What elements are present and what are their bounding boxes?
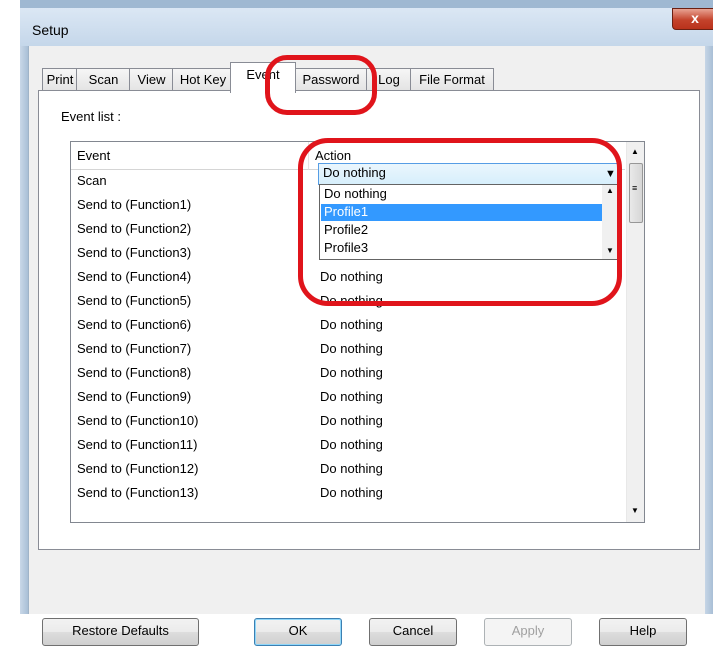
list-item[interactable]: Send to (Function12) Do nothing xyxy=(71,459,626,483)
list-item[interactable]: Send to (Function10) Do nothing xyxy=(71,411,626,435)
event-action: Do nothing xyxy=(320,341,383,356)
event-name: Send to (Function3) xyxy=(77,245,192,260)
cancel-button[interactable]: Cancel xyxy=(369,618,457,646)
event-list-label: Event list : xyxy=(61,109,121,124)
event-action: Do nothing xyxy=(320,389,383,404)
event-name: Send to (Function4) xyxy=(77,269,192,284)
tab-file-format[interactable]: File Format xyxy=(410,68,494,91)
grip-icon: ≡ xyxy=(632,183,638,193)
tab-scan[interactable]: Scan xyxy=(76,68,131,91)
event-name: Send to (Function13) xyxy=(77,485,199,500)
list-item[interactable]: Send to (Function7) Do nothing xyxy=(71,339,626,363)
list-item[interactable]: Send to (Function11) Do nothing xyxy=(71,435,626,459)
scrollbar-thumb[interactable]: ≡ xyxy=(629,163,643,223)
event-name: Send to (Function9) xyxy=(77,389,192,404)
event-name: Send to (Function12) xyxy=(77,461,199,476)
event-name: Send to (Function6) xyxy=(77,317,192,332)
event-name: Send to (Function8) xyxy=(77,365,192,380)
event-name: Send to (Function10) xyxy=(77,413,199,428)
list-item[interactable]: Send to (Function9) Do nothing xyxy=(71,387,626,411)
list-item[interactable]: Send to (Function8) Do nothing xyxy=(71,363,626,387)
dialog-client: Print Scan View Hot Key Event Password Log File… xyxy=(28,46,705,646)
title-bar[interactable]: Setup x xyxy=(20,8,713,46)
red-highlight-action-dropdown xyxy=(298,138,622,306)
tab-view[interactable]: View xyxy=(129,68,174,91)
apply-button[interactable]: Apply xyxy=(484,618,572,646)
list-item[interactable]: Send to (Function6) Do nothing xyxy=(71,315,626,339)
window-frame-top xyxy=(20,0,713,8)
event-name: Send to (Function1) xyxy=(77,197,192,212)
event-action: Do nothing xyxy=(320,461,383,476)
window-title: Setup xyxy=(32,22,69,38)
event-action: Do nothing xyxy=(320,365,383,380)
ok-button[interactable]: OK xyxy=(254,618,342,646)
restore-defaults-button[interactable]: Restore Defaults xyxy=(42,618,199,646)
list-item[interactable]: Send to (Function13) Do nothing xyxy=(71,483,626,507)
setup-window: Setup x Print Scan View Hot Key Event Passwor… xyxy=(0,0,713,646)
window-frame-right xyxy=(704,46,713,614)
close-icon: x xyxy=(691,10,699,26)
close-button[interactable]: x xyxy=(672,8,713,30)
scroll-down-icon[interactable]: ▼ xyxy=(631,506,639,515)
window-frame-left xyxy=(0,0,28,614)
event-action: Do nothing xyxy=(320,485,383,500)
tab-print[interactable]: Print xyxy=(42,68,78,91)
red-highlight-event-tab xyxy=(265,55,377,115)
event-action: Do nothing xyxy=(320,413,383,428)
event-name: Send to (Function5) xyxy=(77,293,192,308)
event-action: Do nothing xyxy=(320,437,383,452)
help-button[interactable]: Help xyxy=(599,618,687,646)
tab-hot-key[interactable]: Hot Key xyxy=(172,68,234,91)
list-vertical-scrollbar[interactable]: ▲ ≡ ▼ xyxy=(626,142,644,522)
scroll-up-icon[interactable]: ▲ xyxy=(631,147,639,156)
event-action: Do nothing xyxy=(320,317,383,332)
event-name: Send to (Function2) xyxy=(77,221,192,236)
event-name: Send to (Function7) xyxy=(77,341,192,356)
event-name: Send to (Function11) xyxy=(77,437,198,452)
column-header-event[interactable]: Event xyxy=(71,142,309,170)
event-name: Scan xyxy=(77,173,107,188)
